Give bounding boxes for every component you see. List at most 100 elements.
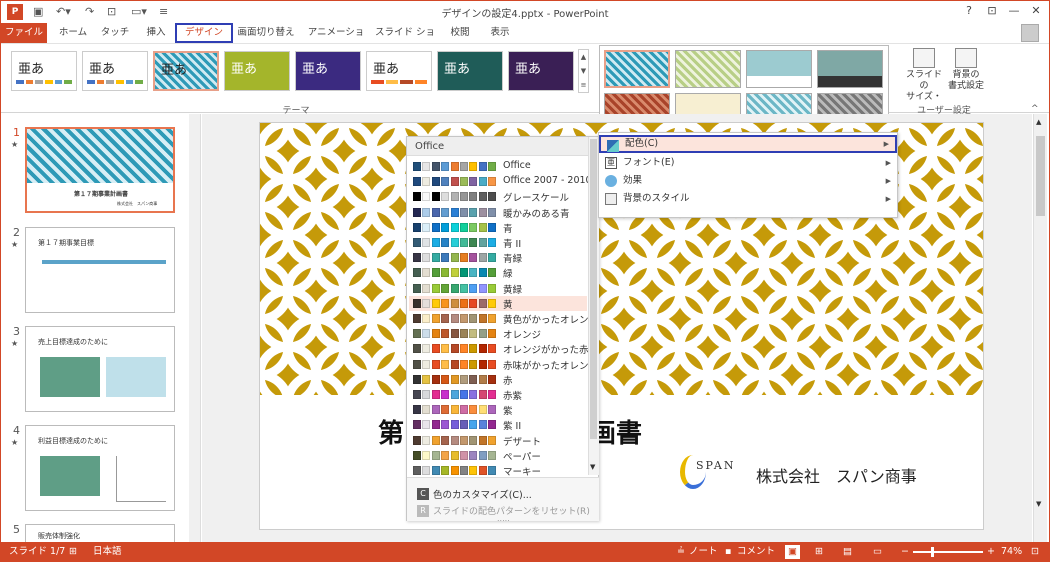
tab-view[interactable]: 表示 [485,23,515,43]
scroll-down-icon[interactable]: ▼ [1036,500,1041,508]
theme-thumb-7[interactable]: 亜あ [437,51,503,91]
background-format-button[interactable]: 背景の 書式設定 [945,48,987,92]
comments-button[interactable]: コメント [737,542,775,561]
color-scheme-row[interactable]: 紫 [409,402,587,417]
variant-1[interactable] [604,50,670,88]
spellcheck-icon[interactable]: ⊞ [69,542,77,561]
color-scheme-row[interactable]: 赤味がかったオレンジ [409,357,598,372]
zoom-slider[interactable] [913,551,983,553]
scroll-up-icon[interactable]: ▲ [1036,118,1041,126]
color-swatch [450,283,459,293]
tab-file[interactable]: ファイル [1,23,47,43]
slide-size-button[interactable]: スライドの サイズ・ [903,48,945,103]
tab-touch[interactable]: タッチ [97,23,133,43]
close-icon[interactable]: ✕ [1026,3,1046,19]
slide-thumb-1[interactable]: 第１７期事業計画書 株式会社 スパン商事 [25,127,175,213]
thumb-title: 売上目標達成のために [38,338,108,346]
color-scheme-row[interactable]: グレースケール [409,189,587,204]
zoom-slider-thumb[interactable] [931,547,934,557]
normal-view-icon[interactable]: ▣ [785,545,800,559]
color-scheme-row[interactable]: 紫 II [409,417,587,432]
color-scheme-row[interactable]: 黄緑 [409,281,587,296]
menu-item-colors[interactable]: 配色(C) ▶ [599,135,897,153]
zoom-in-icon[interactable]: + [987,542,995,561]
color-swatch [431,268,440,278]
color-scheme-row[interactable]: 黄色がかったオレンジ [409,311,598,326]
color-scheme-row[interactable]: 暖かみのある青 [409,205,587,220]
variant-2[interactable] [675,50,741,88]
language[interactable]: 日本語 [93,542,122,561]
tab-animations[interactable]: アニメーション [303,23,369,58]
tab-insert[interactable]: 挿入 [139,23,173,43]
submenu-arrow-icon: ▶ [885,177,891,185]
color-scheme-row[interactable]: 青緑 [409,250,587,265]
variant-3[interactable] [746,50,812,88]
slide-thumb-5[interactable]: 販売体制強化 [25,524,175,544]
ribbon-display-icon[interactable]: ⊡ [982,3,1002,19]
theme-thumb-current[interactable]: 亜あ [153,51,219,91]
tab-slideshow[interactable]: スライド ショー [373,23,437,58]
color-swatch [469,192,478,202]
slide-thumb-3[interactable]: 売上目標達成のために [25,326,175,412]
slideshow-view-icon[interactable]: ▭ [873,542,882,561]
color-scheme-row[interactable]: マーキー [409,463,587,478]
reset-colors-item[interactable]: スライドの配色パターンをリセット(R) [433,504,590,517]
color-swatch [431,298,440,308]
color-scheme-row[interactable]: 青 [409,220,587,235]
resize-grip[interactable]: ..... [497,514,510,523]
theme-thumb-4[interactable]: 亜あ [224,51,290,91]
tab-transitions[interactable]: 画面切り替え [235,23,297,43]
color-scheme-row[interactable]: 赤紫 [409,387,587,402]
editor-scrollbar[interactable]: ▲ ▼ [1033,114,1047,542]
color-swatch [422,374,431,384]
theme-thumb-6[interactable]: 亜あ [366,51,432,91]
minimize-icon[interactable]: — [1004,3,1024,19]
reading-view-icon[interactable]: ▤ [843,542,852,561]
color-swatch [422,450,431,460]
color-swatch [450,207,459,217]
theme-thumb-5[interactable]: 亜あ [295,51,361,91]
color-scheme-row[interactable]: Office [409,159,587,174]
color-scheme-row[interactable]: オレンジ [409,326,587,341]
color-scheme-row[interactable]: 黄 [409,295,587,311]
color-scheme-row[interactable]: デザート [409,433,587,448]
tab-home[interactable]: ホーム [55,23,91,43]
scroll-thumb[interactable] [1036,136,1045,216]
slide-thumb-4[interactable]: 利益目標達成のために [25,425,175,511]
theme-thumb-8[interactable]: 亜あ [508,51,574,91]
slides-scrollbar[interactable] [189,114,200,542]
menu-item-effects[interactable]: 効果 ▶ [599,172,897,190]
color-scheme-row[interactable]: Office 2007 - 2010 [409,174,592,189]
customize-colors-item[interactable]: 色のカスタマイズ(C)... [433,487,532,501]
slide-size-icon [913,48,935,68]
theme-thumb-2[interactable]: 亜あ [82,51,148,91]
menu-item-background-styles[interactable]: 背景のスタイル ▶ [599,190,897,208]
theme-gallery-scroll[interactable]: ▲ ▼ ≡ [578,49,589,93]
fit-slide-icon[interactable]: ⊡ [1031,542,1039,561]
zoom-out-icon[interactable]: − [901,542,909,561]
color-scheme-row[interactable]: オレンジがかった赤 [409,341,589,356]
color-swatch [469,222,478,232]
variant-4[interactable] [817,50,883,88]
zoom-level[interactable]: 74% [1001,542,1022,561]
user-avatar[interactable] [1021,24,1039,42]
slide-number: 1 [13,126,20,139]
slide-thumb-2[interactable]: 第１７期事業目標 [25,227,175,313]
tab-review[interactable]: 校閲 [445,23,475,43]
palette-scroll-thumb[interactable] [590,139,597,439]
notes-button[interactable]: ノート [689,542,718,561]
color-scheme-row[interactable]: 青 II [409,235,587,250]
color-scheme-row[interactable]: 赤 [409,372,587,387]
slide-sorter-icon[interactable]: ⊞ [815,542,823,561]
color-scheme-label: 黄色がかったオレンジ [503,315,599,326]
color-swatch [450,329,459,339]
scroll-down-icon[interactable]: ▼ [590,463,595,471]
collapse-ribbon-icon[interactable]: ^ [1031,104,1039,114]
theme-thumb-office[interactable]: 亜あ [11,51,77,91]
help-icon[interactable]: ? [959,3,979,19]
color-swatch [460,162,468,171]
tab-design[interactable]: デザイン [175,23,233,43]
menu-item-fonts[interactable]: 亜 フォント(E) ▶ [599,154,897,172]
color-scheme-row[interactable]: ペーパー [409,448,587,463]
color-scheme-row[interactable]: 緑 [409,265,587,280]
